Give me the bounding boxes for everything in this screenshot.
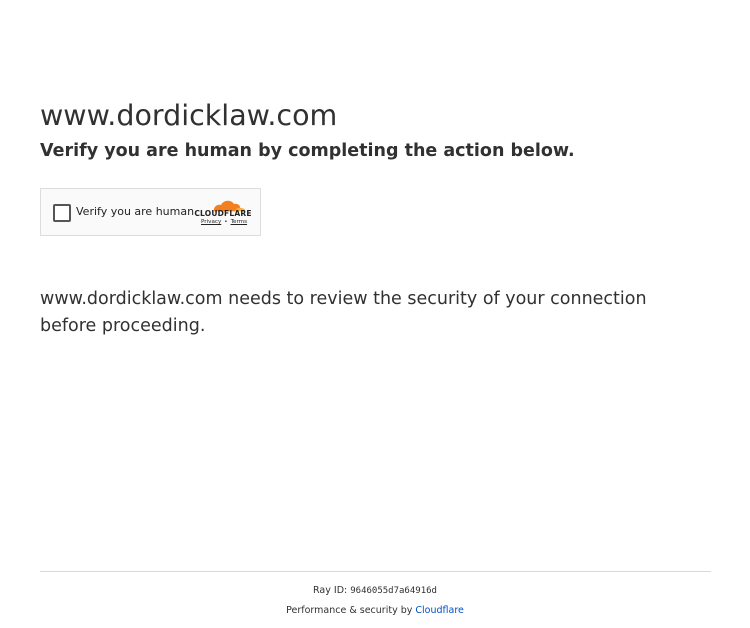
cloudflare-brand: CLOUDFLARE <box>194 209 252 218</box>
footer-divider <box>40 571 711 572</box>
ray-row: Ray ID: 9646055d7a64916d <box>0 584 750 598</box>
page-subtitle: Verify you are human by completing the a… <box>40 141 575 161</box>
verify-checkbox[interactable] <box>53 204 71 222</box>
verify-label: Verify you are human <box>76 205 195 218</box>
ray-id: 9646055d7a64916d <box>350 586 437 596</box>
main-content: www.dordicklaw.com Verify you are human … <box>40 96 712 164</box>
cloudflare-link[interactable]: Cloudflare <box>415 605 463 616</box>
review-message: www.dordicklaw.com needs to review the s… <box>40 289 647 336</box>
footer: Ray ID: 9646055d7a64916d Performance & s… <box>0 584 750 617</box>
challenge-page: www.dordicklaw.com Verify you are human … <box>0 0 750 628</box>
widget-links: Privacy • Terms <box>201 219 247 226</box>
page-title: www.dordicklaw.com <box>40 99 338 132</box>
terms-link[interactable]: Terms <box>231 219 247 225</box>
performance-text: Performance & security by <box>286 605 413 616</box>
ray-label: Ray ID: <box>313 585 348 596</box>
privacy-link[interactable]: Privacy <box>201 219 221 225</box>
turnstile-widget: Verify you are human CLOUDFLARE Privacy •… <box>40 188 261 236</box>
performance-row: Performance & security by Cloudflare <box>0 604 750 617</box>
link-separator: • <box>224 219 228 225</box>
